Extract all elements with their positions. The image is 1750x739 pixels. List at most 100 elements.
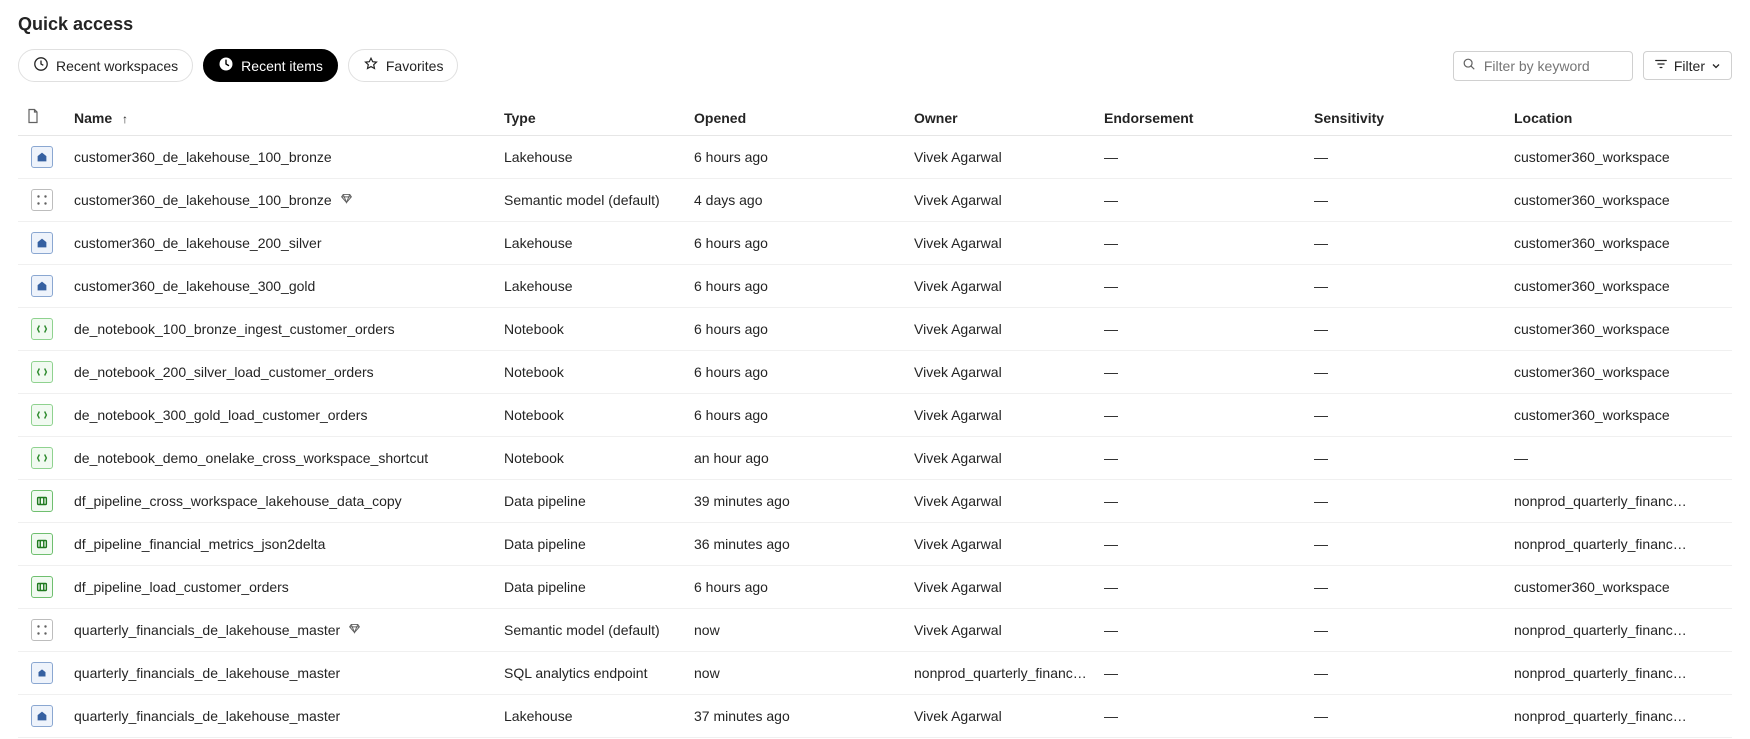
clock-icon — [33, 56, 49, 75]
item-endorsement: — — [1096, 351, 1306, 394]
item-location: customer360_workspace — [1506, 308, 1732, 351]
pipeline-icon — [31, 533, 53, 555]
table-row[interactable]: quarterly_financials_de_lakehouse_master… — [18, 652, 1732, 695]
search-icon — [1462, 57, 1476, 74]
column-header-location[interactable]: Location — [1506, 100, 1732, 136]
column-header-owner[interactable]: Owner — [906, 100, 1096, 136]
item-location: customer360_workspace — [1506, 394, 1732, 437]
table-row[interactable]: customer360_de_lakehouse_200_silverLakeh… — [18, 222, 1732, 265]
lakehouse-icon — [31, 705, 53, 727]
column-header-name[interactable]: Name ↑ — [66, 100, 496, 136]
pipeline-icon — [31, 490, 53, 512]
item-location: nonprod_quarterly_financ… — [1506, 480, 1732, 523]
column-header-icon[interactable] — [18, 100, 66, 136]
column-header-endorsement[interactable]: Endorsement — [1096, 100, 1306, 136]
semantic-model-icon — [31, 189, 53, 211]
item-sensitivity: — — [1306, 566, 1506, 609]
notebook-icon — [31, 404, 53, 426]
toolbar: Recent workspaces Recent items Favorites — [18, 49, 1732, 82]
filter-button[interactable]: Filter — [1643, 51, 1732, 80]
item-type: Data pipeline — [496, 523, 686, 566]
semantic-model-icon — [31, 619, 53, 641]
sort-ascending-icon: ↑ — [122, 112, 128, 126]
item-owner: Vivek Agarwal — [906, 523, 1096, 566]
item-endorsement: — — [1096, 136, 1306, 179]
filter-by-keyword[interactable] — [1453, 51, 1633, 81]
column-header-opened[interactable]: Opened — [686, 100, 906, 136]
item-sensitivity: — — [1306, 394, 1506, 437]
item-name: df_pipeline_load_customer_orders — [74, 579, 289, 595]
table-row[interactable]: quarterly_financials_de_lakehouse_master… — [18, 695, 1732, 738]
item-owner: Vivek Agarwal — [906, 222, 1096, 265]
item-endorsement: — — [1096, 609, 1306, 652]
table-row[interactable]: customer360_de_lakehouse_100_bronze Seman… — [18, 179, 1732, 222]
table-row[interactable]: df_pipeline_load_customer_ordersData pip… — [18, 566, 1732, 609]
item-type: Semantic model (default) — [496, 609, 686, 652]
table-row[interactable]: customer360_de_lakehouse_100_bronze Lakeh… — [18, 136, 1732, 179]
sql-endpoint-icon — [31, 662, 53, 684]
item-opened: 6 hours ago — [686, 136, 906, 179]
tab-favorites[interactable]: Favorites — [348, 49, 459, 82]
item-name: quarterly_financials_de_lakehouse_master — [74, 708, 340, 724]
table-row[interactable]: de_notebook_300_gold_load_customer_order… — [18, 394, 1732, 437]
item-endorsement: — — [1096, 480, 1306, 523]
tab-recent-items[interactable]: Recent items — [203, 49, 338, 82]
item-name: df_pipeline_financial_metrics_json2delta — [74, 536, 325, 552]
item-name: customer360_de_lakehouse_100_bronze — [74, 192, 332, 208]
lakehouse-icon — [31, 275, 53, 297]
item-opened: 37 minutes ago — [686, 695, 906, 738]
item-opened: 4 days ago — [686, 179, 906, 222]
clock-fill-icon — [218, 56, 234, 75]
item-name: quarterly_financials_de_lakehouse_master — [74, 665, 340, 681]
item-location: customer360_workspace — [1506, 566, 1732, 609]
item-location: — — [1506, 437, 1732, 480]
table-row[interactable]: df_pipeline_financial_metrics_json2delta… — [18, 523, 1732, 566]
diamond-icon — [340, 192, 353, 208]
item-type: Notebook — [496, 351, 686, 394]
item-type: Lakehouse — [496, 695, 686, 738]
item-opened: 6 hours ago — [686, 265, 906, 308]
item-type: Lakehouse — [496, 265, 686, 308]
item-location: customer360_workspace — [1506, 265, 1732, 308]
item-type: Data pipeline — [496, 480, 686, 523]
page-title: Quick access — [18, 14, 1732, 35]
item-name: quarterly_financials_de_lakehouse_master — [74, 622, 340, 638]
item-endorsement: — — [1096, 695, 1306, 738]
column-header-type[interactable]: Type — [496, 100, 686, 136]
item-location: nonprod_quarterly_financ… — [1506, 652, 1732, 695]
table-row[interactable]: quarterly_financials_de_lakehouse_master… — [18, 609, 1732, 652]
item-type: Semantic model (default) — [496, 179, 686, 222]
item-location: customer360_workspace — [1506, 222, 1732, 265]
item-location: nonprod_quarterly_financ… — [1506, 609, 1732, 652]
item-sensitivity: — — [1306, 652, 1506, 695]
item-owner: Vivek Agarwal — [906, 351, 1096, 394]
item-opened: 36 minutes ago — [686, 523, 906, 566]
item-opened: now — [686, 652, 906, 695]
lakehouse-icon — [31, 146, 53, 168]
tab-recent-workspaces[interactable]: Recent workspaces — [18, 49, 193, 82]
item-sensitivity: — — [1306, 308, 1506, 351]
table-row[interactable]: de_notebook_200_silver_load_customer_ord… — [18, 351, 1732, 394]
item-owner: Vivek Agarwal — [906, 695, 1096, 738]
lakehouse-icon — [31, 232, 53, 254]
item-opened: 6 hours ago — [686, 351, 906, 394]
item-type: Lakehouse — [496, 136, 686, 179]
item-owner: Vivek Agarwal — [906, 394, 1096, 437]
table-row[interactable]: customer360_de_lakehouse_300_goldLakehou… — [18, 265, 1732, 308]
table-row[interactable]: de_notebook_100_bronze_ingest_customer_o… — [18, 308, 1732, 351]
table-row[interactable]: de_notebook_demo_onelake_cross_workspace… — [18, 437, 1732, 480]
search-input[interactable] — [1482, 57, 1624, 75]
item-location: customer360_workspace — [1506, 136, 1732, 179]
item-owner: Vivek Agarwal — [906, 609, 1096, 652]
item-name: customer360_de_lakehouse_100_bronze — [74, 149, 332, 165]
item-name: df_pipeline_cross_workspace_lakehouse_da… — [74, 493, 402, 509]
item-opened: 39 minutes ago — [686, 480, 906, 523]
item-owner: Vivek Agarwal — [906, 566, 1096, 609]
column-header-sensitivity[interactable]: Sensitivity — [1306, 100, 1506, 136]
item-name: customer360_de_lakehouse_200_silver — [74, 235, 322, 251]
table-row[interactable]: df_pipeline_cross_workspace_lakehouse_da… — [18, 480, 1732, 523]
filter-label: Filter — [1674, 58, 1705, 74]
item-name: de_notebook_200_silver_load_customer_ord… — [74, 364, 374, 380]
chevron-down-icon — [1711, 58, 1721, 74]
item-endorsement: — — [1096, 523, 1306, 566]
